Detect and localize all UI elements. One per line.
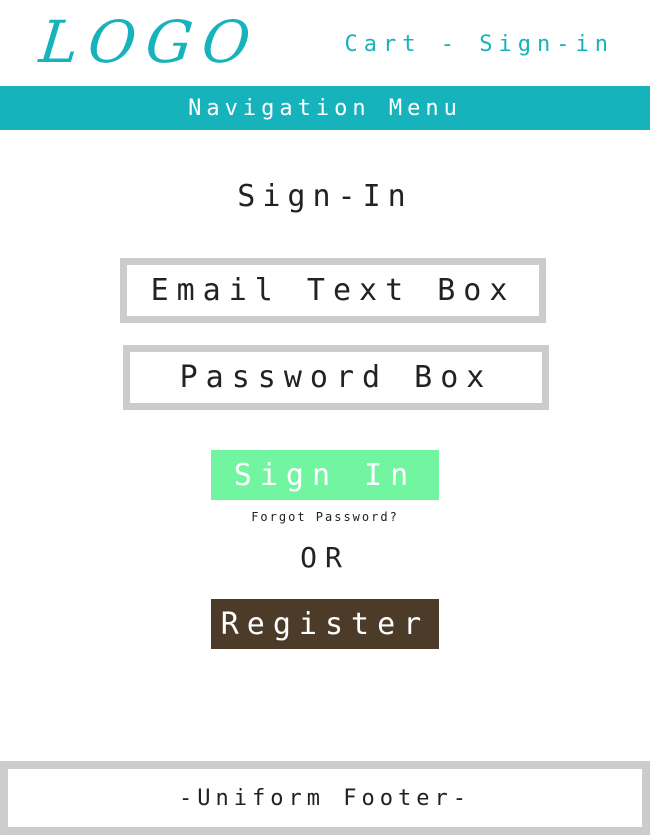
navigation-menu[interactable]: Navigation Menu (0, 86, 650, 130)
password-field-label: Password Box (179, 360, 493, 395)
email-field[interactable]: Email Text Box (120, 258, 546, 323)
page-title: Sign-In (237, 179, 413, 214)
header-link-separator: - (421, 32, 480, 57)
forgot-password-link[interactable]: Forgot Password? (0, 510, 650, 524)
logo[interactable]: LOGO (36, 8, 263, 76)
sign-in-button[interactable]: Sign In (211, 450, 439, 500)
footer-label: -Uniform Footer- (179, 785, 471, 811)
register-button[interactable]: Register (211, 599, 439, 649)
signin-link[interactable]: Sign-in (479, 32, 614, 57)
or-divider-text: OR (300, 541, 350, 574)
password-field[interactable]: Password Box (123, 345, 549, 410)
footer: -Uniform Footer- (0, 761, 650, 835)
email-field-label: Email Text Box (150, 273, 516, 308)
cart-link[interactable]: Cart (345, 32, 422, 57)
header-links: Cart - Sign-in (345, 30, 614, 60)
